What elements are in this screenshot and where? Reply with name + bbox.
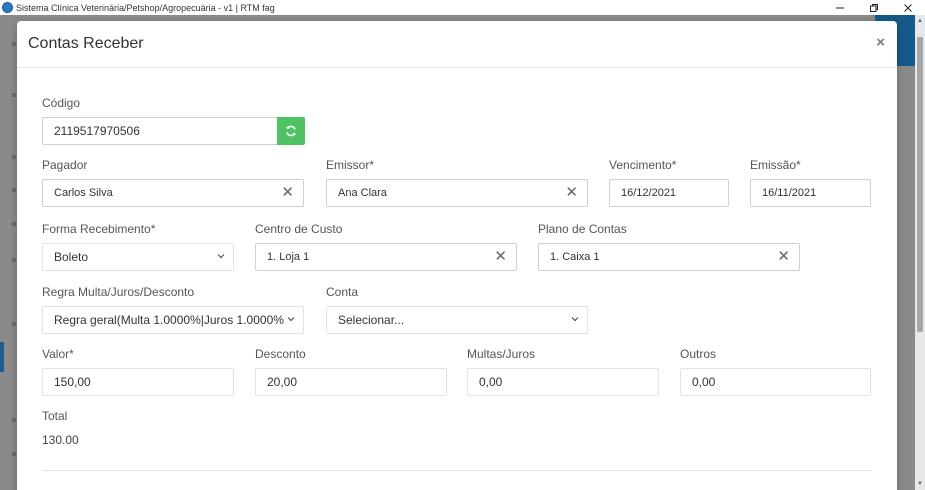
regra-value: Regra geral(Multa 1.0000%|Juros 1.0000%/… [54,313,284,327]
vencimento-label: Vencimento* [609,158,677,172]
modal-close-icon[interactable]: × [876,34,885,51]
background-sidebar-icon [12,188,16,192]
window-title: Sistema Clínica Veterinária/Petshop/Agro… [16,2,275,13]
emissao-input[interactable]: 16/11/2021 [750,179,871,207]
plano-contas-select[interactable]: 1. Caixa 1 ✕ [538,243,800,271]
scrollbar-thumb[interactable] [917,37,923,332]
emissor-label: Emissor* [326,158,375,172]
multas-juros-label: Multas/Juros [467,347,536,361]
section-divider [42,470,871,471]
page-scrollbar[interactable]: ▲ ▼ [915,15,925,490]
modal-title: Contas Receber [28,35,144,52]
total-value: 130.00 [42,433,79,447]
regra-select[interactable]: Regra geral(Multa 1.0000%|Juros 1.0000%/… [42,306,304,334]
plano-contas-clear-icon[interactable]: ✕ [777,249,790,265]
restore-icon[interactable] [857,0,891,15]
vencimento-input[interactable]: 16/12/2021 [609,179,729,207]
refresh-icon [286,125,296,137]
emissao-value: 16/11/2021 [762,187,817,199]
background-sidebar-icon [12,258,16,262]
desconto-value: 20,00 [267,375,298,389]
pagador-label: Pagador [42,158,88,172]
background-sidebar-icon [12,42,16,46]
background-sidebar-icon [12,222,16,226]
modal-header: Contas Receber × [17,21,897,68]
background-active-indicator [0,342,4,372]
chevron-down-icon [217,254,225,259]
emissao-label: Emissão* [750,158,801,172]
valor-label: Valor* [42,347,74,361]
plano-contas-label: Plano de Contas [538,222,627,236]
background-sidebar-icon [12,418,16,422]
centro-custo-select[interactable]: 1. Loja 1 ✕ [255,243,517,271]
outros-value: 0,00 [692,375,716,389]
emissor-clear-icon[interactable]: ✕ [565,185,578,201]
refresh-code-button[interactable] [277,117,305,145]
forma-recebimento-label: Forma Recebimento* [42,222,156,236]
window-titlebar: Sistema Clínica Veterinária/Petshop/Agro… [0,0,925,15]
scroll-down-icon[interactable]: ▼ [916,480,924,488]
background-sidebar-icon [12,452,16,456]
centro-custo-value: 1. Loja 1 [267,251,310,263]
vencimento-value: 16/12/2021 [621,187,677,199]
minimize-icon[interactable] [823,0,857,15]
multas-juros-value: 0,00 [479,375,503,389]
chevron-down-icon [287,317,295,322]
emissor-value: Ana Clara [338,187,387,199]
close-icon[interactable] [891,0,925,15]
total-label: Total [42,409,68,423]
scroll-up-icon[interactable]: ▲ [916,17,924,25]
valor-value: 150,00 [54,375,91,389]
outros-input[interactable]: 0,00 [680,368,871,396]
conta-label: Conta [326,285,359,299]
centro-custo-clear-icon[interactable]: ✕ [494,249,507,265]
app-icon [2,2,13,13]
background-sidebar-icon [12,322,16,326]
plano-contas-value: 1. Caixa 1 [550,251,600,263]
codigo-label: Código [42,96,81,110]
regra-label: Regra Multa/Juros/Desconto [42,285,195,299]
pagador-clear-icon[interactable]: ✕ [281,185,294,201]
forma-recebimento-value: Boleto [54,250,89,264]
multas-juros-input[interactable]: 0,00 [467,368,659,396]
conta-select[interactable]: Selecionar... [326,306,588,334]
background-sidebar-icon [12,93,16,97]
emissor-select[interactable]: Ana Clara ✕ [326,179,588,207]
desconto-label: Desconto [255,347,306,361]
pagador-value: Carlos Silva [54,187,113,199]
chevron-down-icon [571,317,579,322]
forma-recebimento-select[interactable]: Boleto [42,243,234,271]
contas-receber-modal: Contas Receber × Código 2119517970506 Pa… [17,21,897,490]
codigo-input[interactable]: 2119517970506 [42,117,278,145]
pagador-select[interactable]: Carlos Silva ✕ [42,179,304,207]
conta-value: Selecionar... [338,313,405,327]
valor-input[interactable]: 150,00 [42,368,234,396]
window-controls [823,0,925,15]
outros-label: Outros [680,347,717,361]
centro-custo-label: Centro de Custo [255,222,343,236]
desconto-input[interactable]: 20,00 [255,368,447,396]
background-sidebar-icon [12,155,16,159]
codigo-value: 2119517970506 [54,124,140,138]
